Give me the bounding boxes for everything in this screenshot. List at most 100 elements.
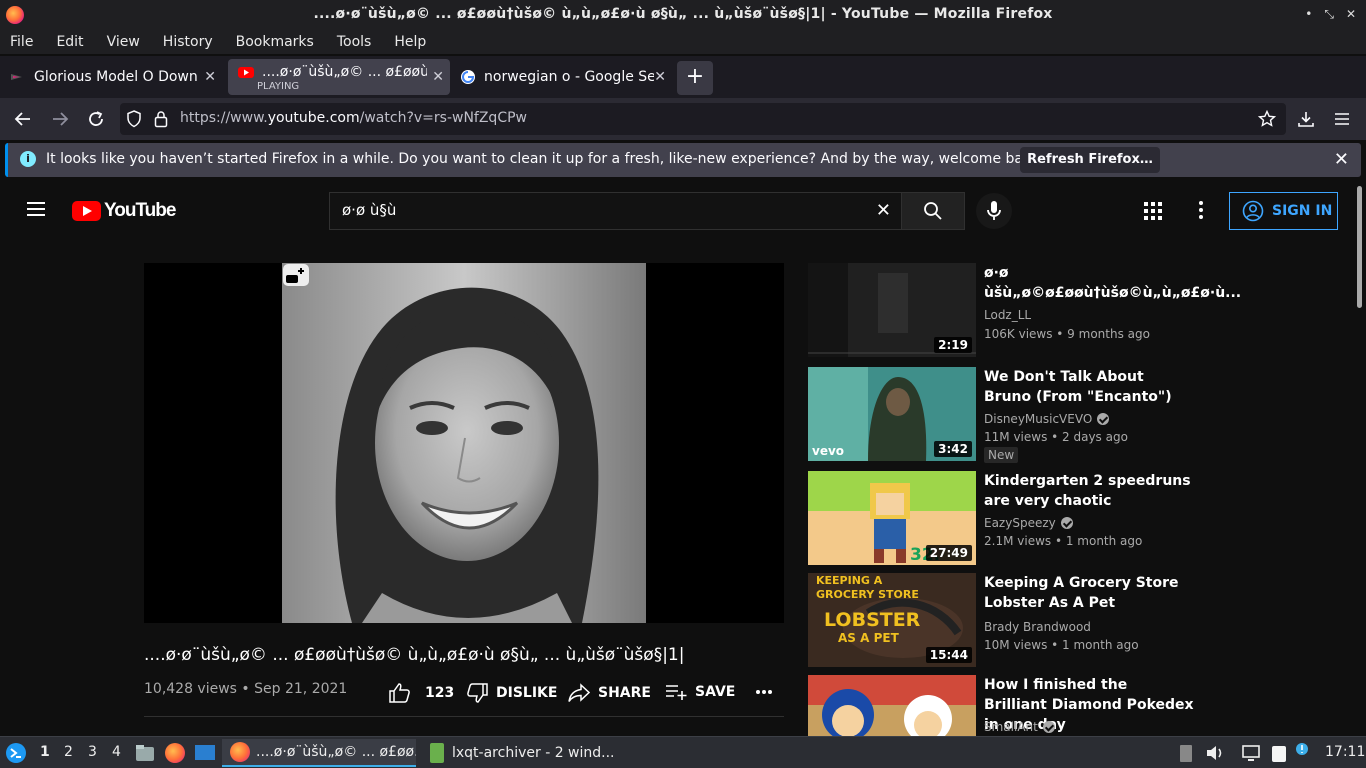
channel-name[interactable]: Lodz_LL — [984, 308, 1031, 322]
search-box: ✕ — [329, 192, 901, 230]
clipboard-icon[interactable] — [1269, 743, 1289, 763]
dislike-button[interactable]: DISLIKE — [466, 683, 557, 703]
desktop-2[interactable]: 2 — [64, 744, 73, 760]
menu-tools[interactable]: Tools — [337, 34, 372, 50]
youtube-logo[interactable]: YouTube — [72, 200, 176, 222]
notification-icon[interactable] — [1295, 742, 1309, 756]
tab-label: ....ø·ø¨ùšù„ø© ... ø£øøù†ùšø — [262, 64, 427, 80]
duration-badge: 15:44 — [925, 647, 972, 663]
close-notification-icon[interactable]: ✕ — [1334, 149, 1349, 170]
close-window-button[interactable]: ✕ — [1346, 7, 1356, 22]
recommendation-item[interactable]: How I finished the Brilliant Diamond Pok… — [808, 675, 1208, 736]
channel-label: SmallAnt — [984, 720, 1038, 734]
maximize-button[interactable]: ⤡ — [1324, 7, 1334, 22]
sign-in-button[interactable]: SIGN IN — [1229, 192, 1338, 230]
share-button[interactable]: SHARE — [568, 683, 651, 703]
forward-arrow-icon[interactable] — [51, 110, 69, 128]
taskbar-task-archiver[interactable]: lxqt-archiver - 2 wind... — [422, 739, 616, 767]
account-icon — [1242, 200, 1264, 222]
recommendation-title[interactable]: ø·ø ùšù„ø©ø£øøù†ùšø©ù„ù„ø£ø·ù... — [984, 263, 1241, 303]
tab-glorious[interactable]: Glorious Model O Downlo ✕ — [0, 59, 222, 95]
bookmark-star-icon[interactable] — [1258, 110, 1276, 128]
duration-badge: 2:19 — [934, 337, 972, 353]
recommendation-item[interactable]: KEEPING A GROCERY STORE LOBSTER AS A PET … — [808, 573, 1208, 667]
show-desktop-icon[interactable] — [194, 743, 216, 763]
tab-youtube[interactable]: ....ø·ø¨ùšù„ø© ... ø£øøù†ùšø PLAYING ✕ — [228, 59, 450, 95]
taskbar: 1 2 3 4 ....ø·ø¨ùšù„ø© ... ø£øø... lxqt-… — [0, 736, 1366, 768]
duration-badge: 27:49 — [925, 545, 972, 561]
navigation-bar: https://www.youtube.com/watch?v=rs-wNfZq… — [0, 98, 1366, 140]
back-arrow-icon[interactable] — [14, 110, 32, 128]
tab-google[interactable]: norwegian o - Google Sea ✕ — [450, 59, 672, 95]
refresh-firefox-button[interactable]: Refresh Firefox… — [1020, 147, 1160, 173]
url-bar[interactable]: https://www.youtube.com/watch?v=rs-wNfZq… — [120, 103, 1286, 135]
recommendation-item[interactable]: vevo 3:42 We Don't Talk About Bruno (Fro… — [808, 367, 1208, 463]
start-menu-icon[interactable] — [5, 742, 27, 764]
thumbs-down-icon — [467, 683, 488, 703]
recommendation-item[interactable]: 2:19 ø·ø ùšù„ø©ø£øøù†ùšø©ù„ù„ø£ø·ù... Lo… — [808, 263, 1241, 357]
view-info: 10M views • 1 month ago — [984, 638, 1139, 652]
task-label: ....ø·ø¨ùšù„ø© ... ø£øø... — [256, 744, 416, 760]
downloads-icon[interactable] — [1297, 110, 1315, 128]
menu-bookmarks[interactable]: Bookmarks — [236, 34, 314, 50]
search-icon — [924, 202, 942, 220]
save-button[interactable]: SAVE — [665, 683, 735, 701]
shield-icon[interactable] — [126, 110, 142, 128]
guide-menu-icon[interactable] — [27, 202, 45, 216]
recommendation-title[interactable]: Keeping A Grocery Store Lobster As A Pet — [984, 573, 1194, 613]
video-thumbnail[interactable]: vevo 3:42 — [808, 367, 976, 461]
thumbnail-caption-pet: AS A PET — [838, 631, 899, 645]
search-button[interactable] — [901, 192, 965, 230]
video-thumbnail[interactable]: KEEPING A GROCERY STORE LOBSTER AS A PET … — [808, 573, 976, 667]
tab-close-icon[interactable]: ✕ — [432, 69, 444, 85]
search-input[interactable] — [342, 201, 862, 219]
tab-playing-indicator: PLAYING — [257, 81, 300, 92]
menu-file[interactable]: File — [10, 34, 33, 50]
volume-icon[interactable] — [1205, 743, 1225, 763]
youtube-header: YouTube ✕ SIGN IN — [0, 182, 1352, 238]
voice-search-button[interactable] — [976, 193, 1012, 229]
desktop-1[interactable]: 1 — [40, 744, 50, 760]
publish-date: Sep 21, 2021 — [254, 681, 348, 697]
page-scrollbar[interactable] — [1352, 182, 1366, 736]
video-thumbnail[interactable]: 2:19 — [808, 263, 976, 357]
video-thumbnail[interactable]: 32. 27:49 — [808, 471, 976, 565]
menu-view[interactable]: View — [107, 34, 140, 50]
network-icon[interactable] — [1241, 743, 1261, 763]
channel-name[interactable]: EazySpeezy — [984, 516, 1073, 530]
recommendation-title[interactable]: Kindergarten 2 speedruns are very chaoti… — [984, 471, 1194, 511]
url-text[interactable]: https://www.youtube.com/watch?v=rs-wNfZq… — [180, 110, 527, 126]
new-badge: New — [984, 447, 1019, 463]
desktop-3[interactable]: 3 — [88, 744, 97, 760]
tab-close-icon[interactable]: ✕ — [654, 69, 666, 85]
youtube-apps-icon[interactable] — [1144, 202, 1162, 220]
more-actions-icon[interactable] — [755, 689, 773, 695]
firefox-launcher-icon[interactable] — [165, 743, 185, 763]
channel-name[interactable]: SmallAnt — [984, 720, 1055, 734]
menu-edit[interactable]: Edit — [56, 34, 83, 50]
clock[interactable]: 17:11 — [1325, 744, 1365, 760]
video-thumbnail[interactable] — [808, 675, 976, 736]
like-button[interactable]: 123 — [389, 683, 454, 703]
taskbar-task-firefox[interactable]: ....ø·ø¨ùšù„ø© ... ø£øø... — [222, 739, 416, 767]
recommendation-item[interactable]: 32. 27:49 Kindergarten 2 speedruns are v… — [808, 471, 1208, 565]
menu-history[interactable]: History — [163, 34, 213, 50]
clear-search-icon[interactable]: ✕ — [876, 200, 891, 221]
tab-close-icon[interactable]: ✕ — [204, 69, 216, 85]
hamburger-menu-icon[interactable] — [1334, 111, 1350, 127]
channel-name[interactable]: DisneyMusicVEVO — [984, 412, 1110, 426]
miniplayer-icon[interactable] — [282, 263, 310, 287]
new-tab-button[interactable]: + — [677, 61, 713, 95]
video-player[interactable] — [144, 263, 784, 623]
settings-more-icon[interactable] — [1199, 201, 1203, 219]
battery-icon[interactable] — [1179, 743, 1193, 763]
menu-help[interactable]: Help — [394, 34, 426, 50]
desktop-4[interactable]: 4 — [112, 744, 121, 760]
share-label: SHARE — [598, 685, 651, 701]
channel-name[interactable]: Brady Brandwood — [984, 620, 1091, 634]
reload-icon[interactable] — [87, 110, 105, 128]
lock-icon[interactable] — [154, 110, 168, 128]
minimize-button[interactable]: • — [1305, 7, 1312, 22]
file-manager-icon[interactable] — [135, 743, 155, 763]
recommendation-title[interactable]: We Don't Talk About Bruno (From "Encanto… — [984, 367, 1194, 407]
